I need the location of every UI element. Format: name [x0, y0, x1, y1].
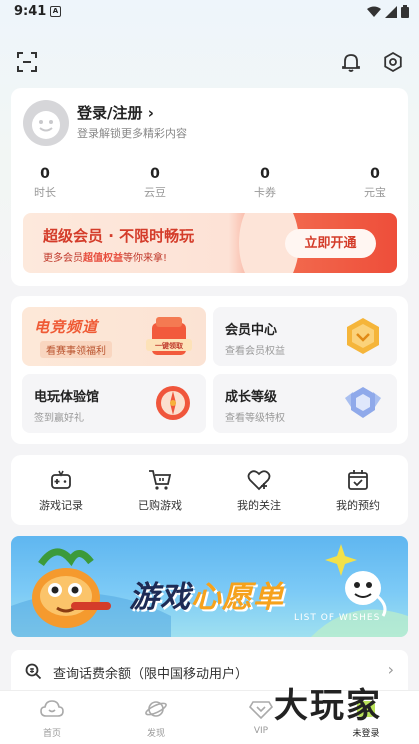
- tile-game-experience-hall[interactable]: 电玩体验馆 签到赢好礼: [22, 374, 206, 433]
- chevron-right-icon: ›: [387, 660, 394, 679]
- stat-value: 0: [370, 166, 380, 182]
- stat-label: 云豆: [144, 186, 166, 199]
- profile-card: 登录/注册 › 登录解锁更多精彩内容 0 时长 0 云豆 0 卡券 0 元宝 超…: [11, 88, 408, 286]
- settings-icon[interactable]: [382, 51, 404, 73]
- level-badge-icon: [345, 387, 381, 418]
- game-records-button[interactable]: 游戏记录: [21, 469, 101, 513]
- tile-subtitle: 签到赢好礼: [34, 413, 84, 424]
- tile-esports-channel[interactable]: 电竞频道 看赛事领福利 一键领取: [22, 307, 206, 366]
- wishlist-title-b: 心愿单: [191, 580, 284, 615]
- wifi-icon: [367, 6, 381, 17]
- wishlist-title: 游戏心愿单: [129, 572, 284, 616]
- heart-icon: [247, 470, 271, 491]
- battery-icon: [401, 5, 409, 18]
- tile-subtitle: 查看等级特权: [225, 413, 285, 424]
- prize-wheel-icon: [156, 386, 190, 420]
- vip-shield-icon: [347, 318, 379, 354]
- tab-home[interactable]: 首页: [22, 699, 82, 739]
- action-label: 我的预约: [336, 499, 380, 512]
- stat-label: 卡券: [254, 186, 276, 199]
- action-label: 游戏记录: [39, 499, 83, 512]
- vip-subtitle: 更多会员超值权益等你来拿!: [43, 249, 167, 264]
- vip-sub-highlight: 超值权益: [83, 253, 123, 264]
- avatar-face-icon: [32, 111, 60, 139]
- watermark-logo: 大玩家: [274, 686, 382, 726]
- calendar-icon: [348, 470, 368, 490]
- tile-member-center[interactable]: 会员中心 查看会员权益: [213, 307, 397, 366]
- notification-icon: A: [50, 6, 61, 17]
- tab-label: 未登录: [352, 729, 380, 739]
- gift-bag-icon: [146, 317, 192, 355]
- signal-icon: [385, 5, 397, 18]
- open-vip-button[interactable]: 立即开通: [285, 229, 376, 258]
- login-register-link[interactable]: 登录/注册 ›: [77, 102, 154, 123]
- tab-discover[interactable]: 发现: [126, 699, 186, 739]
- feature-tiles-card: 电竞频道 看赛事领福利 一键领取 会员中心 查看会员权益 电玩体验馆 签到赢好礼…: [11, 296, 408, 444]
- stat-value: 0: [150, 166, 160, 182]
- gamepad-icon: [51, 470, 71, 489]
- stat-ingots[interactable]: 0 元宝: [345, 166, 405, 200]
- wishlist-subtitle: LIST OF WISHES: [294, 613, 381, 623]
- gift-badge-text: 一键领取: [155, 342, 183, 350]
- tile-title: 电竞频道: [34, 318, 99, 336]
- vip-sub-suffix: 等你来拿!: [123, 253, 168, 264]
- stat-coupons[interactable]: 0 卡券: [235, 166, 295, 200]
- action-label: 已购游戏: [138, 499, 182, 512]
- tab-label: VIP: [253, 726, 269, 736]
- login-subtitle: 登录解锁更多精彩内容: [77, 127, 187, 140]
- stat-cloud-beans[interactable]: 0 云豆: [125, 166, 185, 200]
- planet-icon: [145, 701, 167, 717]
- tab-label: 首页: [42, 729, 61, 739]
- stat-value: 0: [260, 166, 270, 182]
- vip-title: 超级会员 · 不限时畅玩: [43, 227, 195, 245]
- cart-icon: [149, 470, 172, 490]
- scan-icon[interactable]: [16, 51, 38, 73]
- my-reservations-button[interactable]: 我的预约: [318, 469, 398, 513]
- wishlist-title-a: 游戏: [129, 580, 191, 615]
- vip-sub-prefix: 更多会员: [43, 253, 83, 264]
- tile-title: 电玩体验馆: [34, 390, 100, 405]
- stat-value: 0: [40, 166, 50, 182]
- wishlist-banner[interactable]: 游戏心愿单 LIST OF WISHES: [11, 536, 408, 637]
- stat-duration[interactable]: 0 时长: [15, 166, 75, 200]
- vip-promo-banner[interactable]: 超级会员 · 不限时畅玩 更多会员超值权益等你来拿! 立即开通: [23, 213, 397, 273]
- stat-label: 元宝: [364, 186, 386, 199]
- avatar[interactable]: [23, 100, 69, 146]
- action-label: 我的关注: [237, 499, 281, 512]
- stat-label: 时长: [34, 186, 56, 199]
- phone-balance-label: 查询话费余额（限中国移动用户）: [53, 667, 249, 682]
- status-time: 9:41: [14, 4, 47, 19]
- cloud-home-icon: [40, 700, 64, 717]
- purchased-games-button[interactable]: 已购游戏: [120, 469, 200, 513]
- tile-subtitle: 看赛事领福利: [40, 341, 112, 358]
- tile-title: 成长等级: [225, 390, 278, 405]
- tile-title: 会员中心: [225, 323, 278, 338]
- tab-label: 发现: [146, 729, 165, 739]
- tile-growth-level[interactable]: 成长等级 查看等级特权: [213, 374, 397, 433]
- my-follows-button[interactable]: 我的关注: [219, 469, 299, 513]
- tile-subtitle: 查看会员权益: [225, 346, 285, 357]
- status-bar: 9:41 A: [0, 0, 419, 24]
- search-balance-icon: [25, 663, 42, 680]
- vip-diamond-icon: [248, 701, 274, 720]
- bell-icon[interactable]: [340, 51, 362, 73]
